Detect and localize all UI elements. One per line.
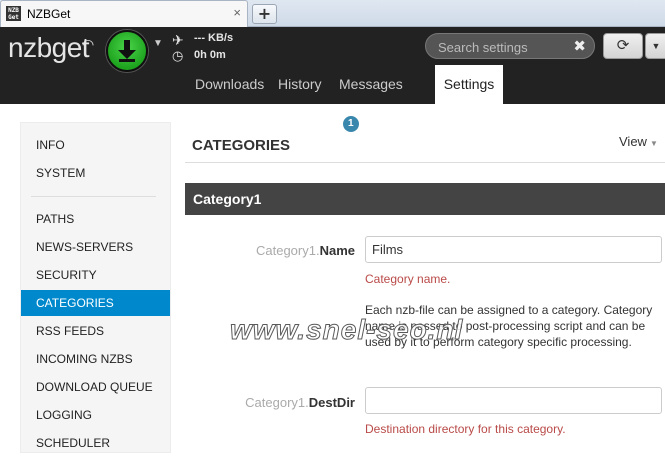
wifi-icon: ◠ — [82, 36, 94, 52]
tab-downloads[interactable]: Downloads — [195, 65, 264, 104]
option-description-name: Each nzb-file can be assigned to a categ… — [365, 303, 653, 349]
option-hint-name: Category name. — [365, 272, 451, 286]
sidebar-item-incoming-nzbs[interactable]: INCOMING NZBS — [21, 346, 170, 372]
option-prefix: Category1. — [255, 243, 320, 258]
nzbget-favicon-icon: NZB Get — [6, 6, 21, 21]
messages-count-badge: 1 — [343, 116, 359, 132]
app-navbar: nzbget ◠ ▼ ✈ --- KB/s ◷ 0h 0m ✖ ⟳ ▼ Down… — [0, 27, 665, 132]
remaining-time: 0h 0m — [194, 49, 226, 61]
title-divider — [185, 162, 665, 163]
sidebar-item-scheduler[interactable]: SCHEDULER — [21, 430, 170, 456]
sidebar-item-download-queue[interactable]: DOWNLOAD QUEUE — [21, 374, 170, 400]
nzbget-logo[interactable]: nzbget ◠ — [8, 30, 94, 66]
sidebar-item-rss-feeds[interactable]: RSS FEEDS — [21, 318, 170, 344]
browser-tabstrip: NZB Get NZBGet × + — [0, 0, 665, 27]
refresh-button[interactable]: ⟳ — [603, 33, 643, 59]
option-label-name: Category1.Name — [185, 243, 355, 258]
sidebar-item-news-servers[interactable]: NEWS-SERVERS — [21, 234, 170, 260]
tab-settings[interactable]: Settings — [435, 65, 503, 104]
tab-messages-label: Messages — [339, 76, 403, 92]
sidebar-item-info[interactable]: INFO — [21, 132, 170, 158]
more-menu-button[interactable]: ▼ — [645, 33, 665, 59]
sidebar-divider — [31, 196, 156, 197]
download-speed: --- KB/s — [194, 32, 234, 44]
clear-search-icon[interactable]: ✖ — [573, 37, 586, 55]
sidebar-item-system[interactable]: SYSTEM — [21, 160, 170, 186]
view-dropdown-label: View — [619, 134, 647, 149]
browser-tab-nzbget[interactable]: NZB Get NZBGet × — [0, 0, 248, 27]
search-input[interactable] — [436, 37, 570, 57]
category-name-input[interactable] — [365, 236, 662, 263]
browser-tab-title: NZBGet — [27, 7, 71, 21]
pause-download-button[interactable] — [106, 30, 148, 72]
option-prefix: Category1. — [245, 395, 309, 410]
refresh-icon: ⟳ — [616, 37, 630, 54]
sidebar-item-paths[interactable]: PATHS — [21, 206, 170, 232]
chevron-down-icon[interactable]: ▼ — [153, 38, 163, 49]
tab-history[interactable]: History — [278, 65, 322, 104]
option-label-destdir: Category1.DestDir — [185, 395, 355, 410]
view-dropdown[interactable]: View ▼ — [619, 134, 658, 149]
page-title: CATEGORIES — [192, 137, 291, 154]
sidebar-item-categories[interactable]: CATEGORIES — [21, 290, 170, 316]
new-tab-button[interactable]: + — [252, 4, 277, 24]
clock-icon: ◷ — [172, 48, 184, 63]
option-hint-destdir: Destination directory for this category. — [365, 422, 566, 436]
option-name: Name — [319, 243, 355, 258]
logo-text: nzbget — [8, 32, 90, 63]
close-icon[interactable]: × — [233, 5, 241, 20]
download-arrow-icon — [118, 40, 136, 62]
option-name: DestDir — [308, 395, 355, 410]
section-header-category1: Category1 — [185, 183, 665, 215]
tab-messages[interactable]: Messages 1 — [339, 65, 403, 132]
settings-sidebar: INFO SYSTEM PATHS NEWS-SERVERS SECURITY … — [20, 122, 171, 453]
sidebar-item-security[interactable]: SECURITY — [21, 262, 170, 288]
chevron-down-icon: ▼ — [649, 139, 658, 148]
sidebar-item-logging[interactable]: LOGGING — [21, 402, 170, 428]
category-destdir-input[interactable] — [365, 387, 662, 414]
plane-icon: ✈ — [172, 32, 184, 48]
search-box: ✖ — [425, 33, 595, 59]
